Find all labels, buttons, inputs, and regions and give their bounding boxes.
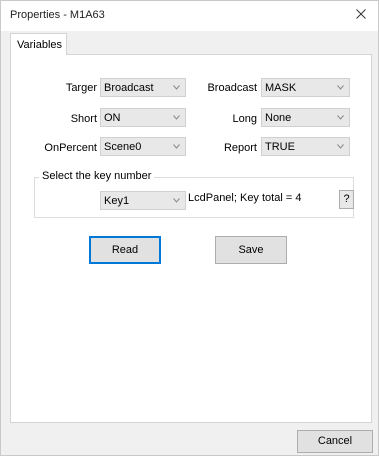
broadcast-label: Broadcast [207, 82, 257, 94]
read-button[interactable]: Read [89, 236, 161, 264]
key-group-title: Select the key number [39, 170, 155, 182]
tab-variables[interactable]: Variables [10, 33, 67, 55]
onpercent-value: Scene0 [104, 141, 142, 153]
long-label: Long [232, 113, 257, 125]
targer-value: Broadcast [104, 82, 154, 94]
long-dropdown[interactable]: None [261, 108, 350, 127]
onpercent-dropdown[interactable]: Scene0 [100, 137, 186, 156]
report-label: Report [223, 142, 257, 154]
chevron-down-icon [337, 85, 344, 90]
targer-dropdown[interactable]: Broadcast [100, 78, 186, 97]
key-value: Key1 [104, 195, 130, 207]
cancel-button[interactable]: Cancel [297, 430, 373, 453]
save-button[interactable]: Save [215, 236, 287, 264]
chevron-down-icon [337, 144, 344, 149]
close-button[interactable] [344, 1, 378, 27]
broadcast-dropdown[interactable]: MASK [261, 78, 350, 97]
window-title: Properties - M1A63 [10, 9, 105, 21]
short-value: ON [104, 112, 121, 124]
broadcast-value: MASK [265, 82, 297, 94]
short-label: Short [70, 113, 97, 125]
key-info-text: LcdPanel; Key total = 4 [188, 192, 302, 204]
tab-label: Variables [17, 39, 63, 51]
onpercent-label: OnPercent [44, 142, 97, 154]
chevron-down-icon [173, 144, 180, 149]
chevron-down-icon [173, 115, 180, 120]
chevron-down-icon [337, 115, 344, 120]
chevron-down-icon [173, 198, 180, 203]
long-value: None [265, 112, 292, 124]
chevron-down-icon [173, 85, 180, 90]
help-button[interactable]: ? [339, 190, 354, 209]
title-bar: Properties - M1A63 [1, 1, 378, 31]
targer-label: Targer [65, 82, 97, 94]
report-value: TRUE [265, 141, 295, 153]
properties-dialog: Properties - M1A63 Variables Targer Broa… [0, 0, 379, 456]
close-icon [356, 9, 366, 19]
short-dropdown[interactable]: ON [100, 108, 186, 127]
key-dropdown[interactable]: Key1 [100, 191, 186, 210]
report-dropdown[interactable]: TRUE [261, 137, 350, 156]
